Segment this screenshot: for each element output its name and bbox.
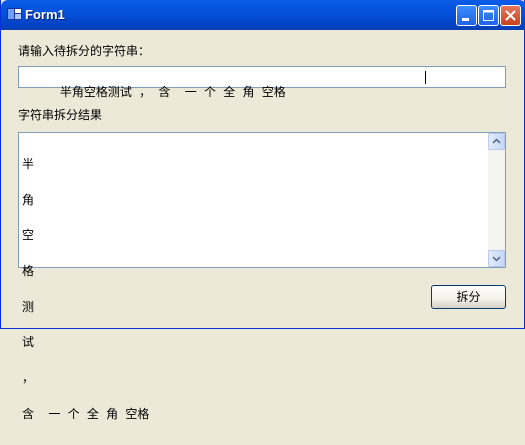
result-line: 半 [22,156,35,171]
text-caret [425,71,426,84]
result-label: 字符串拆分结果 [18,108,103,122]
scroll-down-button[interactable] [488,250,505,267]
input-text-value: 半角空格测试 ， 含 一 个 全 角 空格 [59,85,286,99]
result-line: 试 [22,335,35,350]
maximize-button[interactable] [478,5,499,26]
arrow-down-icon [492,256,501,262]
minimize-icon [462,18,469,21]
result-text-area[interactable]: 半 角 空 格 测 试 ， 含 一 个 全 角 空格 [18,132,506,420]
close-icon [505,10,516,21]
result-line: 角 [22,192,35,207]
result-line: 测 [22,299,35,314]
result-line: 含 一 个 全 角 空格 [22,406,150,421]
input-text-field[interactable]: 半角空格测试 ， 含 一 个 全 角 空格 [18,66,506,99]
window-title: Form1 [25,7,65,22]
result-line: ， [22,371,35,386]
arrow-up-icon [492,138,501,144]
maximize-icon [483,10,494,21]
scroll-up-button[interactable] [488,133,505,150]
title-bar[interactable]: Form1 [1,0,525,30]
result-lines: 半 角 空 格 测 试 ， 含 一 个 全 角 空格 [22,135,484,445]
result-line: 格 [22,263,35,278]
form1-window: Form1 请输入待拆分的字符串： 半角空格测试 ， 含 一 个 全 角 空格 … [0,0,525,420]
vb-form-icon [7,8,22,20]
minimize-button[interactable] [456,5,477,26]
input-label: 请输入待拆分的字符串： [18,44,151,58]
split-button[interactable]: 拆分 [431,285,506,309]
vertical-scrollbar[interactable] [488,133,505,267]
close-button[interactable] [500,5,521,26]
result-line: 空 [22,228,35,243]
